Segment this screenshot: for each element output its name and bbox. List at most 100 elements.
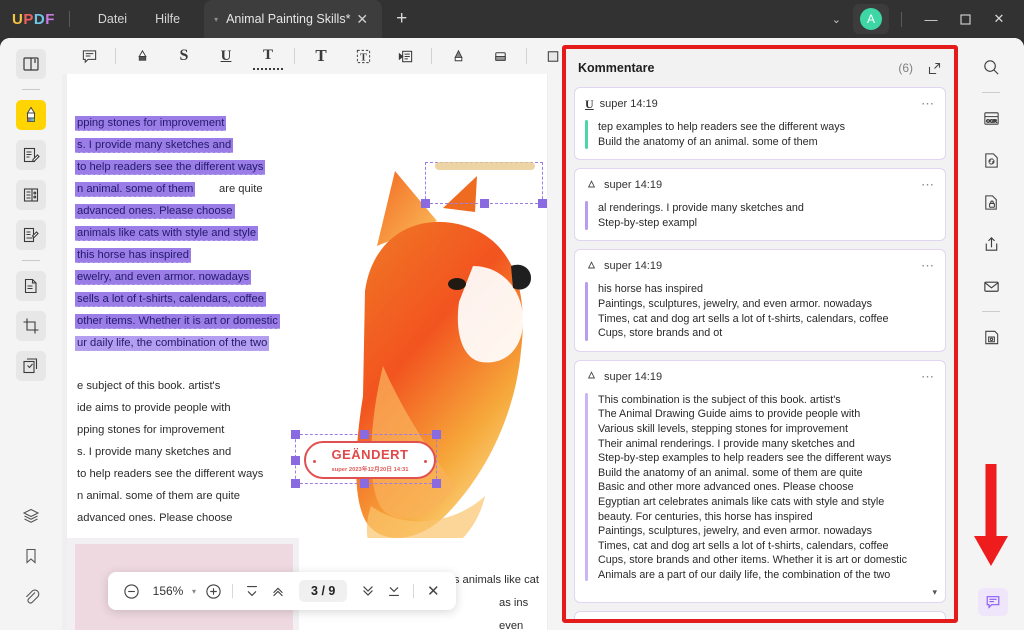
sidebar-crop-icon[interactable] (16, 311, 46, 341)
comment-more-icon[interactable]: ⋯ (921, 96, 935, 112)
selection-handle[interactable] (291, 456, 300, 465)
highlight-icon[interactable] (127, 42, 157, 70)
comment-more-icon[interactable]: ⋯ (921, 177, 935, 193)
selection-handle[interactable] (291, 479, 300, 488)
protect-icon[interactable] (976, 187, 1006, 217)
text-callout-icon[interactable] (390, 42, 420, 70)
comment-author: super 14:19 (604, 179, 663, 192)
toolbar-divider (115, 48, 116, 64)
menu-hilfe[interactable]: Hilfe (141, 6, 194, 32)
comment-panel-toggle[interactable] (978, 588, 1008, 616)
document-tab[interactable]: ▾ Animal Painting Skills* ✕ (204, 0, 383, 38)
next-page-button[interactable] (355, 578, 381, 604)
stamp-subtitle: super 2023年12月20日 14:31 (331, 467, 409, 473)
eraser-icon[interactable] (485, 42, 515, 70)
chevron-down-icon[interactable]: ⌄ (820, 5, 853, 34)
first-page-button[interactable] (239, 578, 265, 604)
tab-title: Animal Painting Skills* (226, 12, 351, 26)
layers-icon[interactable] (16, 501, 46, 531)
underline-icon[interactable]: U (211, 42, 241, 70)
comment-card-header: super 14:19 ⋯ (585, 258, 935, 274)
account-button[interactable]: A (853, 4, 889, 34)
minimize-icon[interactable]: — (914, 4, 948, 34)
comment-card[interactable]: super 14:19 ⋯ his horse has inspired Pai… (574, 249, 946, 352)
convert-icon[interactable] (976, 145, 1006, 175)
comment-more-icon[interactable]: ⋯ (921, 369, 935, 385)
comment-card[interactable]: U super 14:19 ⋯ tep examples to help rea… (574, 87, 946, 161)
page-indicator[interactable]: 3 / 9 (299, 580, 348, 602)
zoom-out-button[interactable] (118, 578, 144, 604)
toolbar-divider-4 (526, 48, 527, 64)
titlebar-right-group: ⌄ A — ✕ (820, 4, 1024, 34)
chevron-down-icon[interactable]: ▾ (214, 15, 218, 24)
updf-logo: U P D F (12, 11, 55, 28)
comments-header: Kommentare (6) (566, 49, 954, 87)
right-tool-rail: OCR (958, 38, 1024, 630)
stamp-dot-left (313, 460, 316, 463)
zoom-level[interactable]: 156% (150, 584, 186, 598)
search-icon[interactable] (976, 52, 1006, 82)
selection-handle[interactable] (480, 199, 489, 208)
selection-handle[interactable] (538, 199, 547, 208)
sidebar-highlight-icon[interactable] (16, 100, 46, 130)
zoom-in-button[interactable] (200, 578, 226, 604)
rail-divider-2 (22, 260, 40, 261)
comments-list[interactable]: U super 14:19 ⋯ tep examples to help rea… (566, 87, 954, 619)
strikethrough-icon[interactable]: S (169, 42, 199, 70)
maximize-icon[interactable] (948, 4, 982, 34)
comment-scroll-down-icon[interactable]: ▾ (932, 587, 937, 598)
sidebar-batch-icon[interactable] (16, 351, 46, 381)
comment-card[interactable] (574, 610, 946, 619)
close-window-icon[interactable]: ✕ (982, 4, 1016, 34)
stamp-selection-box[interactable]: GEÄNDERT super 2023年12月20日 14:31 (291, 430, 441, 488)
new-tab-button[interactable]: + (396, 8, 407, 30)
menu-datei[interactable]: Datei (84, 6, 141, 32)
attachment-icon[interactable] (16, 581, 46, 611)
comment-color-stripe (585, 201, 588, 231)
email-icon[interactable] (976, 271, 1006, 301)
comment-text: This combination is the subject of this … (598, 393, 908, 581)
document-canvas[interactable]: pping stones for improvement s. I provid… (62, 74, 548, 630)
chevron-down-icon[interactable]: ▾ (192, 587, 196, 596)
selection-handle[interactable] (360, 479, 369, 488)
close-toolbar-button[interactable]: ✕ (420, 578, 446, 604)
share-icon[interactable] (976, 229, 1006, 259)
comment-card[interactable]: super 14:19 ⋯ al renderings. I provide m… (574, 168, 946, 242)
underline-icon: U (585, 96, 594, 111)
selection-handle[interactable] (291, 430, 300, 439)
updf-application-window: U P D F Datei Hilfe ▾ Animal Painting Sk… (0, 0, 1024, 630)
comment-card[interactable]: super 14:19 ⋯ This combination is the su… (574, 359, 946, 603)
text-box-icon[interactable]: T (306, 42, 336, 70)
selection-handle[interactable] (360, 430, 369, 439)
expand-icon[interactable] (927, 61, 942, 76)
note-icon[interactable] (74, 42, 104, 70)
toolbar-divider-2 (294, 48, 295, 64)
left-rail-bottom-group (16, 496, 46, 630)
squiggly-icon[interactable]: T (253, 42, 283, 70)
stamp-title: GEÄNDERT (331, 447, 409, 462)
selection-handle[interactable] (432, 479, 441, 488)
close-icon[interactable]: ✕ (352, 11, 372, 28)
highlight-marker-icon (585, 179, 598, 192)
toolbar-divider-3 (431, 48, 432, 64)
zoom-page-toolbar: 156% ▾ 3 / 9 ✕ (108, 572, 457, 610)
geaendert-stamp[interactable]: GEÄNDERT super 2023年12月20日 14:31 (304, 441, 436, 479)
sidebar-edit-pdf-icon[interactable] (16, 140, 46, 170)
sidebar-page-icon[interactable] (16, 271, 46, 301)
selection-handle[interactable] (432, 430, 441, 439)
typewriter-icon[interactable]: T (348, 42, 378, 70)
pencil-icon[interactable] (443, 42, 473, 70)
sidebar-sign-icon[interactable] (16, 220, 46, 250)
selection-handle[interactable] (421, 199, 430, 208)
comment-color-stripe (585, 120, 588, 150)
save-icon[interactable] (976, 322, 1006, 352)
sidebar-form-icon[interactable] (16, 180, 46, 210)
last-page-button[interactable] (381, 578, 407, 604)
logo-letter-u: U (12, 10, 24, 28)
ocr-icon[interactable]: OCR (976, 103, 1006, 133)
prev-page-button[interactable] (265, 578, 291, 604)
sidebar-reader-icon[interactable] (16, 49, 46, 79)
comment-more-icon[interactable]: ⋯ (921, 258, 935, 274)
main-body: S U T T T pping stones for improvement s… (0, 38, 1024, 630)
bookmark-icon[interactable] (16, 541, 46, 571)
